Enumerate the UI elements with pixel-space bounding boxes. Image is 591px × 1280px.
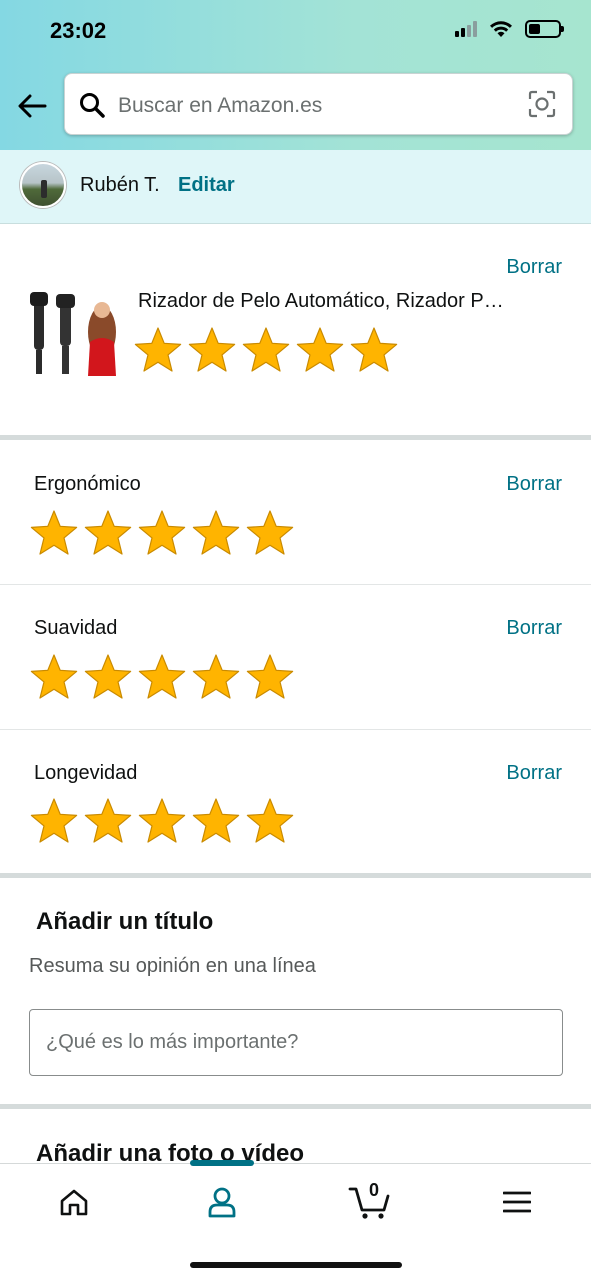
star-icon[interactable] (191, 653, 241, 701)
row-divider (0, 729, 591, 730)
longevidad-star-rating[interactable] (29, 797, 295, 845)
nav-home[interactable] (49, 1182, 99, 1222)
ergonomico-star-rating[interactable] (29, 509, 295, 557)
search-input[interactable]: Buscar en Amazon.es (118, 94, 322, 118)
attribute-label-longevidad: Longevidad (34, 762, 138, 784)
header: 23:02 Buscar en Amazon.es (0, 0, 591, 150)
product-star-rating[interactable] (133, 326, 399, 374)
star-icon[interactable] (245, 797, 295, 845)
cellular-signal-icon (455, 21, 477, 37)
account-icon (208, 1187, 236, 1218)
star-icon[interactable] (137, 509, 187, 557)
section-divider (0, 1104, 591, 1109)
home-icon (60, 1189, 88, 1216)
search-icon (80, 93, 105, 118)
product-image (30, 292, 116, 376)
back-button[interactable] (14, 88, 50, 124)
back-arrow-icon (18, 94, 47, 118)
star-icon[interactable] (349, 326, 399, 374)
profile-bar: Rubén T. Editar (0, 150, 591, 224)
avatar (20, 162, 66, 208)
nav-menu[interactable] (492, 1182, 542, 1222)
status-time: 23:02 (50, 18, 107, 43)
bottom-nav: 0 (0, 1160, 591, 1280)
star-icon[interactable] (83, 653, 133, 701)
star-icon[interactable] (295, 326, 345, 374)
star-icon[interactable] (83, 797, 133, 845)
review-title-input[interactable] (29, 1009, 563, 1076)
attribute-label-ergonomico: Ergonómico (34, 473, 141, 495)
star-icon[interactable] (137, 797, 187, 845)
product-title: Rizador de Pelo Automático, Rizador P… (138, 290, 504, 312)
ergonomico-delete-link[interactable]: Borrar (506, 473, 562, 496)
star-icon[interactable] (191, 797, 241, 845)
star-icon[interactable] (29, 797, 79, 845)
wifi-icon (490, 21, 512, 37)
star-icon[interactable] (191, 509, 241, 557)
battery-icon (525, 20, 564, 38)
section-divider (0, 435, 591, 440)
section-divider (0, 873, 591, 878)
star-icon[interactable] (245, 509, 295, 557)
camera-scan-icon[interactable] (528, 90, 556, 118)
edit-profile-link[interactable]: Editar (178, 174, 235, 197)
suavidad-delete-link[interactable]: Borrar (506, 617, 562, 640)
suavidad-star-rating[interactable] (29, 653, 295, 701)
star-icon[interactable] (83, 509, 133, 557)
nav-cart[interactable]: 0 (345, 1180, 395, 1222)
star-icon[interactable] (187, 326, 237, 374)
search-bar[interactable]: Buscar en Amazon.es (64, 73, 573, 135)
star-icon[interactable] (133, 326, 183, 374)
add-title-subheading: Resuma su opinión en una línea (29, 955, 316, 977)
active-tab-indicator (190, 1160, 254, 1166)
longevidad-delete-link[interactable]: Borrar (506, 762, 562, 785)
cart-count-badge: 0 (368, 1180, 379, 1200)
product-delete-link[interactable]: Borrar (506, 256, 562, 279)
add-title-heading: Añadir un título (36, 908, 214, 935)
star-icon[interactable] (137, 653, 187, 701)
star-icon[interactable] (245, 653, 295, 701)
nav-account[interactable] (197, 1182, 247, 1222)
status-icons (455, 20, 564, 38)
star-icon[interactable] (29, 509, 79, 557)
star-icon[interactable] (241, 326, 291, 374)
star-icon[interactable] (29, 653, 79, 701)
attribute-label-suavidad: Suavidad (34, 617, 118, 639)
profile-name: Rubén T. (80, 174, 160, 196)
home-indicator (190, 1262, 402, 1268)
row-divider (0, 584, 591, 585)
menu-icon (503, 1191, 531, 1213)
